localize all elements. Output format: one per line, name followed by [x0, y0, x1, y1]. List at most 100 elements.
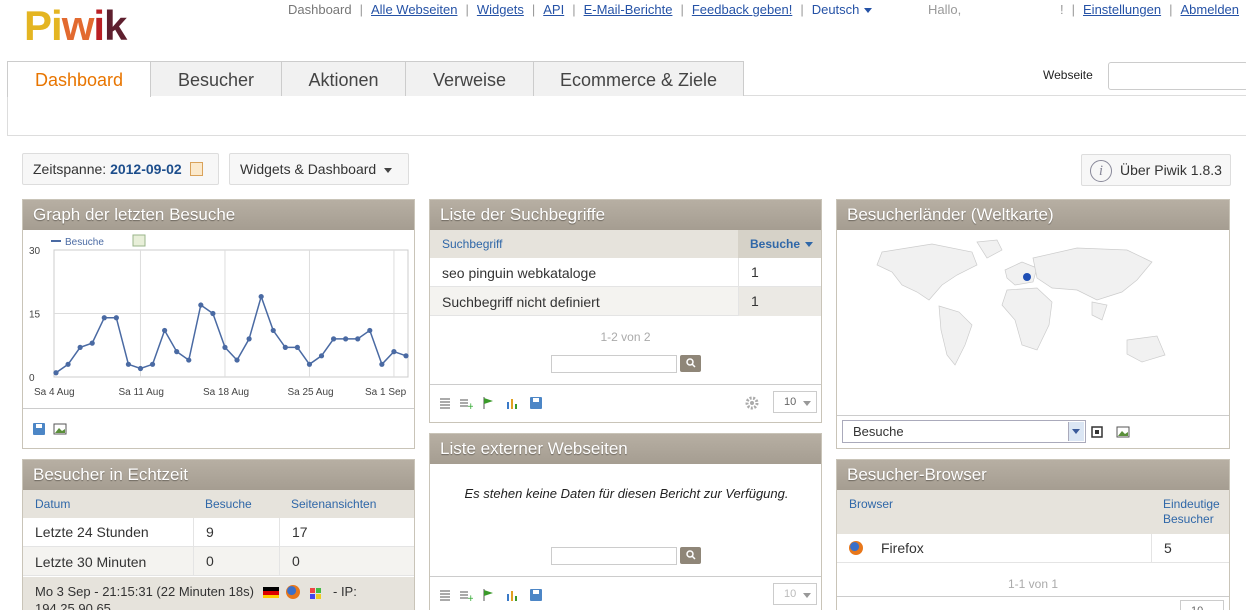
col-header-pageviews[interactable]: Seitenansichten — [279, 490, 414, 518]
data-point[interactable] — [330, 336, 337, 342]
settings-link[interactable]: Einstellungen — [1083, 2, 1161, 17]
widget-title[interactable]: Besucher in Echtzeit — [23, 460, 414, 490]
data-point[interactable] — [77, 344, 83, 350]
image-icon[interactable] — [53, 421, 69, 437]
image-icon[interactable] — [1116, 424, 1132, 440]
col-header-date[interactable]: Datum — [23, 490, 193, 518]
tab-verweise[interactable]: Verweise — [405, 61, 534, 96]
data-point[interactable] — [162, 327, 168, 334]
piwik-logo[interactable]: Piwik — [24, 4, 127, 48]
col-header-keyword[interactable]: Suchbegriff — [430, 230, 738, 258]
data-point[interactable] — [318, 353, 325, 359]
nav-email-reports[interactable]: E-Mail-Berichte — [584, 2, 673, 17]
data-point[interactable] — [270, 327, 276, 334]
tab-besucher[interactable]: Besucher — [150, 61, 282, 96]
bar-chart-icon[interactable] — [505, 587, 521, 603]
chevron-down-icon — [803, 401, 811, 406]
data-point[interactable] — [125, 361, 132, 367]
table-view-icon[interactable] — [438, 395, 454, 411]
col-header-visits[interactable]: Besuche — [193, 490, 279, 518]
data-point[interactable] — [210, 310, 216, 317]
widget-footer — [23, 408, 414, 409]
save-icon[interactable] — [32, 421, 48, 437]
widget-title[interactable]: Liste externer Webseiten — [430, 434, 821, 464]
data-point[interactable] — [403, 353, 409, 359]
nav-feedback[interactable]: Feedback geben! — [692, 2, 792, 17]
data-point[interactable] — [282, 344, 288, 350]
widget-title[interactable]: Graph der letzten Besuche — [23, 200, 414, 230]
data-point[interactable] — [65, 361, 71, 367]
data-point[interactable] — [246, 336, 252, 342]
col-header-visits[interactable]: Besuche — [738, 230, 821, 258]
data-point[interactable] — [186, 357, 192, 363]
data-point[interactable] — [258, 293, 264, 300]
fullscreen-icon[interactable] — [1090, 424, 1106, 440]
widget-browsers: Besucher-Browser Browser Eindeutige Besuc… — [836, 459, 1230, 610]
gear-icon[interactable] — [744, 395, 760, 411]
keyword-visits: 1 — [738, 287, 821, 316]
data-point[interactable] — [379, 361, 385, 367]
metric-select[interactable]: Besuche — [842, 420, 1086, 443]
data-point[interactable] — [137, 365, 144, 372]
data-point[interactable] — [174, 349, 180, 355]
country-germany[interactable] — [1023, 273, 1031, 281]
save-icon[interactable] — [529, 395, 545, 411]
data-point[interactable] — [367, 327, 373, 334]
last-visit-time: Mo 3 Sep - 21:15:31 (22 Minuten 18s) — [35, 584, 254, 599]
chevron-down-icon — [803, 593, 811, 598]
goals-flag-icon[interactable] — [481, 395, 497, 411]
data-point[interactable] — [391, 349, 397, 355]
table-more-icon[interactable]: + — [459, 587, 475, 604]
period-selector[interactable]: Zeitspanne: 2012-09-02 — [22, 153, 219, 185]
ip-value: 194.25.90.65 — [35, 601, 111, 610]
data-point[interactable] — [294, 344, 300, 350]
table-more-icon[interactable]: + — [459, 395, 475, 412]
data-point[interactable] — [89, 340, 95, 346]
search-input[interactable] — [551, 355, 677, 373]
about-piwik[interactable]: i Über Piwik 1.8.3 — [1081, 154, 1231, 186]
data-point[interactable] — [149, 361, 156, 367]
data-point[interactable] — [234, 357, 240, 363]
widgets-dashboard-menu[interactable]: Widgets & Dashboard — [229, 153, 409, 185]
search-input[interactable] — [551, 547, 677, 565]
table-view-icon[interactable] — [438, 587, 454, 603]
goals-flag-icon[interactable] — [481, 587, 497, 603]
tab-ecommerce[interactable]: Ecommerce & Ziele — [533, 61, 744, 96]
nav-widgets[interactable]: Widgets — [477, 2, 524, 17]
data-point[interactable] — [53, 370, 59, 376]
widget-footer — [430, 576, 821, 577]
logout-link[interactable]: Abmelden — [1180, 2, 1239, 17]
language-select[interactable]: Deutsch — [812, 2, 873, 17]
nav-all-websites[interactable]: Alle Webseiten — [371, 2, 457, 17]
data-point[interactable] — [222, 344, 228, 350]
period-label: Letzte 30 Minuten — [35, 554, 147, 570]
row-limit-select[interactable]: 10 — [773, 391, 817, 413]
data-point[interactable] — [113, 315, 119, 321]
search-button[interactable] — [680, 355, 701, 372]
export-image-icon[interactable] — [132, 234, 146, 247]
widget-title[interactable]: Besucherländer (Weltkarte) — [837, 200, 1229, 230]
tab-aktionen[interactable]: Aktionen — [281, 61, 406, 96]
website-selector[interactable] — [1108, 62, 1246, 90]
data-point[interactable] — [306, 361, 313, 367]
widget-title[interactable]: Liste der Suchbegriffe — [430, 200, 821, 230]
col-header-unique-visitors[interactable]: Eindeutige Besucher — [1151, 490, 1229, 534]
data-point[interactable] — [355, 336, 361, 342]
widget-external-websites: Liste externer Webseiten Es stehen keine… — [429, 433, 822, 610]
widget-title[interactable]: Besucher-Browser — [837, 460, 1229, 490]
data-point[interactable] — [101, 315, 107, 321]
world-map[interactable] — [837, 230, 1229, 415]
bar-chart-icon[interactable] — [505, 395, 521, 411]
row-limit-select[interactable]: 10 — [773, 583, 817, 605]
tab-dashboard[interactable]: Dashboard — [7, 61, 151, 97]
nav-api[interactable]: API — [543, 2, 564, 17]
ip-label: - IP: — [333, 584, 357, 599]
chevron-down-icon — [384, 167, 393, 173]
search-button[interactable] — [680, 547, 701, 564]
data-point[interactable] — [198, 302, 204, 308]
row-limit-select[interactable]: 10 — [1180, 600, 1224, 610]
save-icon[interactable] — [529, 587, 545, 603]
data-point[interactable] — [343, 336, 349, 342]
widget-footer — [430, 384, 821, 385]
col-header-browser[interactable]: Browser — [837, 490, 1151, 534]
